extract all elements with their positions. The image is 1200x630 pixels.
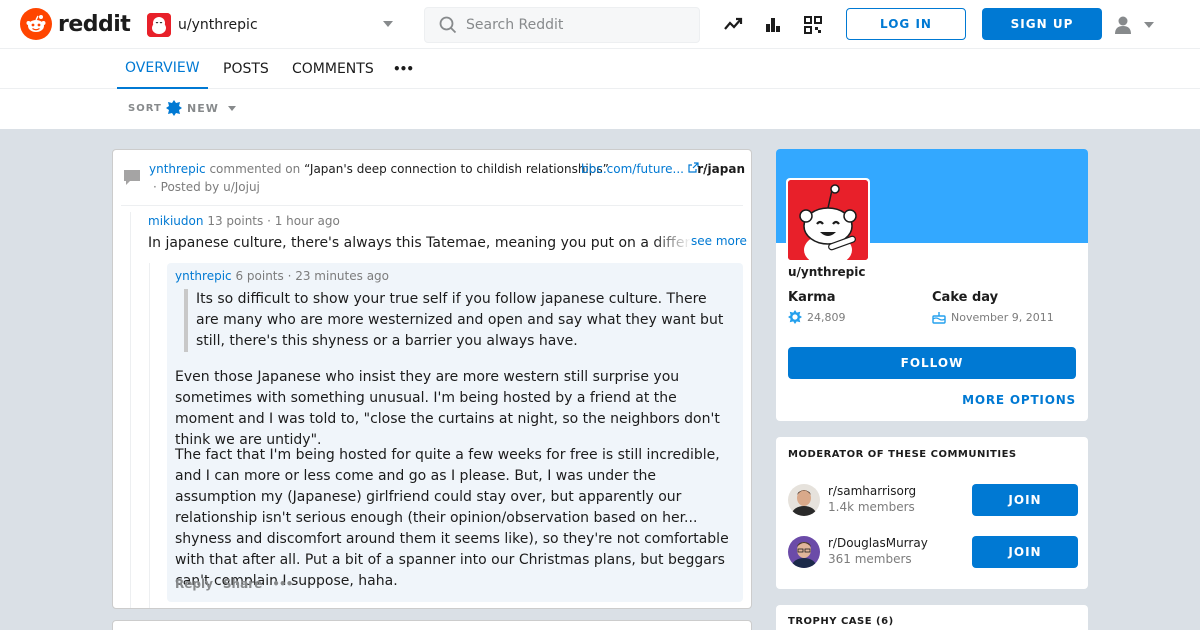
community-members: 1.4k members [828,500,915,514]
commenter-link[interactable]: ynthrepic [149,162,206,176]
sort-value: NEW [187,101,219,115]
posted-by[interactable]: · Posted by u/Jojuj [153,178,745,196]
user-menu-dropdown[interactable] [1112,13,1162,37]
subreddit-link[interactable]: r/japan [697,160,745,178]
user-dropdown[interactable]: u/ynthrepic [147,12,397,38]
popular-icon[interactable] [721,13,745,37]
see-more-link[interactable]: see more [691,234,747,248]
cake-icon [932,312,946,324]
share-button[interactable]: Share [223,577,262,591]
karma-icon [788,310,802,324]
blockquote: Its so difficult to show your true self … [184,289,724,352]
snoo-avatar-icon [788,180,868,260]
profile-username: u/ynthrepic [788,265,866,279]
community-members: 361 members [828,552,912,566]
community-name[interactable]: r/samharrisorg [828,484,916,498]
karma-number: 24,809 [807,310,846,324]
reply-comment: ynthrepic 6 points · 23 minutes ago Its … [167,263,743,602]
sort-bar: SORT NEW [0,89,1200,129]
karma-label: Karma [788,290,836,305]
comment-time[interactable]: 1 hour ago [275,214,340,228]
new-sort-icon [166,100,182,116]
reply-points: 6 points [235,269,284,283]
karma-value: 24,809 [788,310,846,324]
follow-button[interactable]: FOLLOW [788,347,1076,379]
sort-label: SORT [128,103,162,114]
thread-line[interactable] [130,212,131,608]
post-title[interactable]: “Japan's deep connection to childish rel… [304,162,609,176]
reply-header: ynthrepic 6 points · 23 minutes ago [175,269,390,283]
profile-tabs: OVERVIEW POSTS COMMENTS ••• [0,49,1200,89]
reply-button[interactable]: Reply [175,577,213,591]
join-button[interactable]: JOIN [972,484,1078,516]
stats-icon[interactable] [761,13,785,37]
top-nav: reddit u/ynthrepic LOG IN SIGN UP [0,0,1200,49]
post-link-text: bbc.com/future... [581,162,684,176]
reply-time[interactable]: 23 minutes ago [295,269,389,283]
comment-card[interactable]: ynthrepic commented on “Japan's deep con… [112,149,752,609]
logo-wordmark: reddit [58,11,131,37]
trophy-case-card: TROPHY CASE (6) [776,605,1088,630]
cakeday-label: Cake day [932,290,999,305]
qr-code-icon[interactable] [801,13,825,37]
divider [121,205,743,206]
comment-body: In japanese culture, there's always this… [148,235,690,251]
login-button[interactable]: LOG IN [846,8,966,40]
community-row: r/samharrisorg 1.4k members JOIN [788,484,1078,518]
cakeday-date: November 9, 2011 [951,310,1054,324]
comment-author[interactable]: mikiudon [148,214,203,228]
tab-posts[interactable]: POSTS [223,49,269,89]
reply-actions: Reply Share ••• [175,577,293,591]
user-icon [1115,16,1131,34]
community-avatar[interactable] [788,536,820,568]
community-avatar[interactable] [788,484,820,516]
profile-card: u/ynthrepic Karma 24,809 Cake day Novemb… [776,149,1088,421]
profile-avatar [786,178,870,262]
reply-paragraph: The fact that I'm being hosted for quite… [175,447,729,589]
tab-overview[interactable]: OVERVIEW [117,49,208,89]
community-name[interactable]: r/DouglasMurray [828,536,928,550]
moderator-card: MODERATOR OF THESE COMMUNITIES r/samharr… [776,437,1088,589]
comment-points: 13 points [207,214,264,228]
tab-comments[interactable]: COMMENTS [292,49,374,89]
community-row: r/DouglasMurray 361 members JOIN [788,536,1078,570]
cakeday-value: November 9, 2011 [932,310,1054,324]
tab-more[interactable]: ••• [393,49,414,89]
user-avatar-icon [147,13,171,37]
chevron-down-icon [1144,22,1154,28]
comment-header: mikiudon 13 points · 1 hour ago [148,214,340,228]
moderator-title: MODERATOR OF THESE COMMUNITIES [788,449,1017,460]
next-card[interactable] [112,620,752,630]
search-icon [439,16,457,34]
sort-dropdown[interactable]: NEW [166,100,236,116]
trophy-case-title: TROPHY CASE (6) [788,616,894,627]
join-button[interactable]: JOIN [972,536,1078,568]
post-link[interactable]: bbc.com/future... · [581,160,706,178]
chevron-down-icon [227,105,236,111]
search-input[interactable] [466,17,686,33]
more-options-button[interactable]: ••• [272,577,293,591]
search-bar[interactable] [424,7,700,43]
thread-line[interactable] [149,263,150,608]
reddit-snoo-icon [20,8,52,40]
reply-paragraph: Even those Japanese who insist they are … [175,369,720,448]
more-options-button[interactable]: MORE OPTIONS [962,393,1076,407]
signup-button[interactable]: SIGN UP [982,8,1102,40]
commented-on-text: commented on [209,162,301,176]
reddit-logo[interactable]: reddit [20,8,131,40]
post-meta: ynthrepic commented on “Japan's deep con… [149,160,745,196]
user-dropdown-name: u/ynthrepic [178,17,258,33]
reply-author[interactable]: ynthrepic [175,269,232,283]
chevron-down-icon [383,21,393,27]
fade-overlay [653,232,691,254]
comment-icon [124,170,140,185]
